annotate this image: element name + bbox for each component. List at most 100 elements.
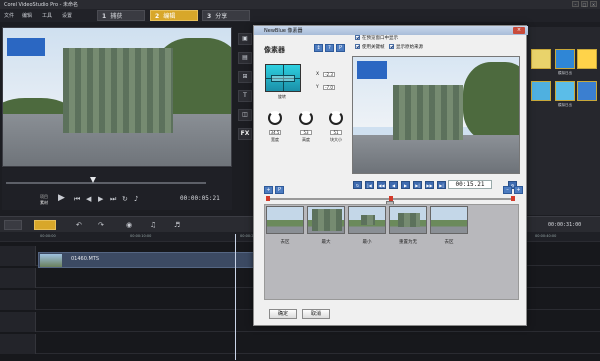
music-track[interactable] <box>0 334 600 354</box>
library-panel: 模拟日出 模拟日出 <box>527 27 600 215</box>
storyboard-view-icon[interactable] <box>4 220 22 230</box>
title-icon[interactable]: T <box>238 90 252 102</box>
title-track-header[interactable] <box>0 290 36 310</box>
ruler-mark: 00:00:00 <box>40 234 56 238</box>
height-value[interactable]: 53 <box>300 130 312 135</box>
ruler-mark: 00:00:40:00 <box>535 234 557 238</box>
prev-keyframe-icon[interactable]: ◀◀ <box>377 181 386 189</box>
dialog-timecode[interactable]: 00:15.21 <box>448 180 492 189</box>
show-original-checkbox[interactable] <box>389 44 394 49</box>
music-track-header[interactable] <box>0 334 36 354</box>
cancel-button[interactable]: 取消 <box>302 309 330 319</box>
playhead[interactable] <box>235 234 236 360</box>
preview-timecode[interactable]: 00:00:05:21 <box>180 195 220 202</box>
redo-icon[interactable]: ↷ <box>98 221 104 229</box>
filter-fx-icon[interactable]: FX <box>238 128 252 140</box>
block-size-value[interactable]: 51 <box>330 130 342 135</box>
preset-thumb[interactable] <box>266 206 304 234</box>
next-frame-icon[interactable]: ▶| <box>413 181 422 189</box>
height-knob[interactable] <box>299 111 313 125</box>
graphic-icon[interactable]: ◫ <box>238 109 252 121</box>
dialog-title-bar: NewBlue 像素器 × <box>254 26 528 35</box>
end-icon[interactable]: ⏭ <box>110 195 116 204</box>
block-size-knob[interactable] <box>329 111 343 125</box>
library-thumb[interactable] <box>531 49 551 69</box>
library-thumb[interactable] <box>555 49 575 69</box>
go-start-icon[interactable]: |◀ <box>365 181 374 189</box>
menu-tools[interactable]: 工具 <box>42 12 52 19</box>
transition-icon[interactable]: ⊞ <box>238 71 252 83</box>
zoom-out-icon[interactable]: – <box>503 186 512 194</box>
position-handle[interactable] <box>271 75 295 82</box>
width-value[interactable]: 34.5 <box>269 130 281 135</box>
home-icon[interactable]: ⏮ <box>74 195 80 204</box>
x-value-field[interactable]: -2.3 <box>323 72 335 77</box>
library-thumb[interactable] <box>531 81 551 101</box>
clip-name: 01460.MTS <box>71 256 100 262</box>
step-number: 1 <box>102 13 107 20</box>
tab-share[interactable]: 3 分享 <box>202 10 250 21</box>
next-keyframe-icon[interactable]: ▶▶ <box>425 181 434 189</box>
undo-icon[interactable]: ↶ <box>76 221 82 229</box>
preview-controls: 项目 素材 ▶ ⏮ ◀ ▶ ⏭ ↻ ♪ 00:00:05:21 <box>2 168 232 210</box>
timeline-time[interactable]: 00:00:31:00 <box>548 222 581 228</box>
timeline-view-icon[interactable] <box>34 220 56 230</box>
library-thumb[interactable] <box>577 81 597 101</box>
library-thumb[interactable] <box>555 81 575 101</box>
position-pad[interactable] <box>265 64 301 92</box>
preview-window-checkbox[interactable] <box>355 35 360 40</box>
go-end-icon[interactable]: ▶| <box>437 181 446 189</box>
prev-frame-icon[interactable]: ◀ <box>86 195 91 203</box>
keyframes-checkbox[interactable] <box>355 44 360 49</box>
rotate-label: 旋转 <box>278 94 286 99</box>
minimize-icon[interactable]: – <box>572 1 579 7</box>
preset-thumb[interactable] <box>389 206 427 234</box>
library-thumb[interactable] <box>577 49 597 69</box>
menu-edit[interactable]: 编辑 <box>22 12 32 19</box>
y-value-field[interactable]: -7.0 <box>323 85 335 90</box>
width-knob[interactable] <box>268 111 282 125</box>
width-label: 宽度 <box>271 137 279 142</box>
maximize-icon[interactable]: □ <box>581 1 588 7</box>
pixelizer-dialog: NewBlue 像素器 × 像素器 ↕ ? P 在预览窗口中显示 使用关键帧 显… <box>253 25 528 326</box>
auto-music-icon[interactable]: ♬ <box>174 221 180 229</box>
remove-keyframe-icon[interactable]: P <box>275 186 284 194</box>
loop-icon[interactable]: ↻ <box>353 181 362 189</box>
ok-button[interactable]: 确定 <box>269 309 297 319</box>
keyframe-marker[interactable] <box>266 196 270 201</box>
tab-edit[interactable]: 2 编辑 <box>150 10 198 21</box>
next-frame-icon[interactable]: ▶ <box>98 195 103 203</box>
audio-mix-icon[interactable]: ♫ <box>150 221 156 229</box>
preset-button-2[interactable]: ? <box>325 44 334 52</box>
voice-track-header[interactable] <box>0 312 36 332</box>
dialog-close-icon[interactable]: × <box>513 27 525 34</box>
scrub-bar[interactable] <box>6 182 206 184</box>
preset-thumb[interactable] <box>430 206 468 234</box>
clip-thumbnail <box>40 254 62 267</box>
preset-thumb[interactable] <box>348 206 386 234</box>
repeat-icon[interactable]: ↻ <box>122 195 128 203</box>
preset-button-3[interactable]: P <box>336 44 345 52</box>
tab-capture[interactable]: 1 捕获 <box>97 10 145 21</box>
play-icon[interactable]: ▶ <box>58 193 65 203</box>
record-icon[interactable]: ◉ <box>126 221 132 229</box>
overlay-track-header[interactable] <box>0 268 36 288</box>
instant-project-icon[interactable]: ▤ <box>238 52 252 64</box>
preset-button-1[interactable]: ↕ <box>314 44 323 52</box>
video-track-header[interactable] <box>0 246 36 266</box>
section-title: 像素器 <box>264 46 285 54</box>
zoom-in-icon[interactable]: + <box>514 186 523 194</box>
keyframe-marker[interactable] <box>511 196 515 201</box>
volume-icon[interactable]: ♪ <box>134 195 138 203</box>
block-size-label: 块大小 <box>330 137 342 142</box>
play-icon[interactable]: ▶ <box>401 181 410 189</box>
prev-frame-icon[interactable]: ◀ <box>389 181 398 189</box>
menu-file[interactable]: 文件 <box>4 12 14 19</box>
preset-thumb[interactable] <box>307 206 345 234</box>
close-icon[interactable]: × <box>590 1 597 7</box>
menu-settings[interactable]: 设置 <box>62 12 72 19</box>
media-icon[interactable]: ▣ <box>238 33 252 45</box>
step-label: 捕获 <box>110 13 123 20</box>
add-keyframe-icon[interactable]: + <box>264 186 273 194</box>
clip-label[interactable]: 素材 <box>40 200 48 206</box>
